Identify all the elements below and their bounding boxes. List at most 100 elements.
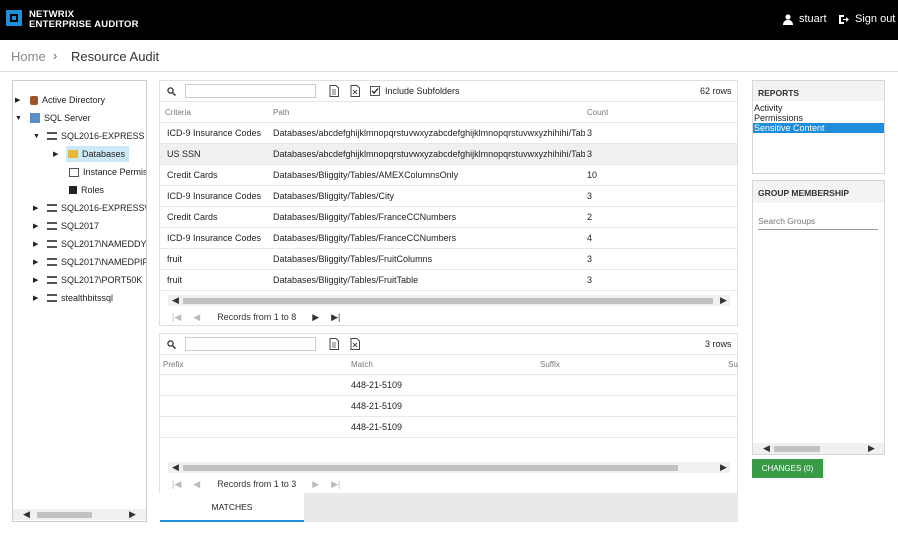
results-toolbar: Include Subfolders 62 rows (160, 81, 737, 102)
scrollbar-thumb[interactable] (37, 512, 92, 518)
user-icon (783, 13, 793, 25)
column-header-prefix[interactable]: Prefix (163, 360, 183, 369)
report-item-permissions[interactable]: Permissions (753, 113, 884, 123)
breadcrumb-home[interactable]: Home (11, 49, 46, 64)
tree-node-label: SQL2016-EXPRESS (61, 131, 145, 141)
next-page-icon[interactable]: ▶ (312, 479, 319, 490)
export-excel-icon[interactable] (350, 85, 360, 97)
tree-node-sql2016-express[interactable]: ▼ SQL2016-EXPRESS (33, 128, 145, 144)
reports-panel: REPORTS Activity Permissions Sensitive C… (752, 80, 885, 174)
next-page-icon[interactable]: ▶ (312, 312, 319, 323)
user-menu[interactable]: stuart (783, 13, 827, 25)
search-icon (167, 87, 176, 96)
tab-matches[interactable]: MATCHES (160, 493, 304, 522)
table-row[interactable]: fruit Databases/Bliggity/Tables/FruitTabl… (160, 270, 737, 291)
tree-node-server[interactable]: ▶ SQL2017\NAMEDPIP (33, 254, 147, 270)
table-row[interactable]: Credit Cards Databases/Bliggity/Tables/AM… (160, 165, 737, 186)
expand-arrow-icon[interactable]: ▶ (33, 204, 41, 212)
scroll-left-icon[interactable]: ◀ (763, 443, 770, 454)
changes-button[interactable]: CHANGES (0) (752, 459, 823, 478)
tree-node-server[interactable]: ▶ SQL2016-EXPRESS\ (33, 200, 146, 216)
report-item-sensitive-content[interactable]: Sensitive Content (753, 123, 884, 133)
column-header-count[interactable]: Count (587, 108, 608, 117)
last-page-icon[interactable]: ▶| (331, 479, 340, 490)
tree-node-label: stealthbitssql (61, 293, 114, 303)
export-csv-icon[interactable] (329, 85, 339, 97)
scroll-left-icon[interactable]: ◀ (172, 295, 179, 306)
prev-page-icon[interactable]: ◀ (193, 479, 200, 490)
scroll-right-icon[interactable]: ▶ (129, 509, 136, 520)
tree-node-databases[interactable]: ▶ Databases (53, 146, 130, 162)
column-header-truncated[interactable]: Su (728, 360, 738, 369)
export-csv-icon[interactable] (329, 338, 339, 350)
prev-page-icon[interactable]: ◀ (193, 312, 200, 323)
matches-pager: |◀ ◀ Records from 1 to 3 ▶ ▶| (160, 474, 737, 494)
expand-arrow-icon[interactable]: ▶ (33, 222, 41, 230)
tree-node-roles[interactable]: Roles (67, 182, 104, 198)
db-server-icon (47, 204, 57, 212)
expand-arrow-icon[interactable]: ▶ (33, 276, 41, 284)
tree-node-label: SQL2017\NAMEDPIP (61, 257, 147, 267)
group-membership-title: GROUP MEMBERSHIP (753, 181, 884, 203)
results-search-input[interactable] (185, 84, 316, 98)
bottom-tab-bar: MATCHES (160, 493, 738, 522)
results-horizontal-scrollbar[interactable]: ◀ ▶ (168, 295, 730, 306)
column-header-path[interactable]: Path (273, 108, 289, 117)
expand-arrow-icon[interactable]: ▶ (15, 96, 23, 104)
scroll-right-icon[interactable]: ▶ (720, 295, 727, 306)
expand-arrow-icon[interactable]: ▶ (33, 240, 41, 248)
tree-node-active-directory[interactable]: ▶ Active Directory (15, 92, 105, 108)
sign-out-icon (839, 14, 849, 24)
tree-node-label: SQL2017\PORT50K (61, 275, 143, 285)
user-name: stuart (799, 13, 827, 25)
column-header-match[interactable]: Match (351, 360, 373, 369)
table-row[interactable]: 448-21-5109 (160, 396, 737, 417)
sign-out-label: Sign out (855, 13, 896, 25)
table-row[interactable]: ICD-9 Insurance Codes Databases/Bliggity/… (160, 228, 737, 249)
table-row[interactable]: Credit Cards Databases/Bliggity/Tables/Fr… (160, 207, 737, 228)
tree-node-server[interactable]: ▶ SQL2017\PORT50K (33, 272, 142, 288)
tree-node-instance-permissions[interactable]: Instance Permiss (67, 164, 146, 180)
expand-arrow-icon[interactable]: ▶ (53, 150, 61, 158)
tree-node-server[interactable]: ▶ stealthbitssql (33, 290, 113, 306)
expand-arrow-icon[interactable]: ▶ (33, 258, 41, 266)
include-subfolders-checkbox[interactable] (370, 86, 380, 96)
tree-node-sql-server[interactable]: ▼ SQL Server (15, 110, 91, 126)
table-row-selected[interactable]: US SSN Databases/abcdefghijklmnopqrstuvwx… (160, 144, 737, 165)
tree-node-server[interactable]: ▶ SQL2017\NAMEDDY (33, 236, 146, 252)
scrollbar-thumb[interactable] (183, 298, 713, 304)
row-count: 3 rows (705, 339, 732, 349)
search-groups-input[interactable] (758, 212, 878, 230)
scrollbar-thumb[interactable] (774, 446, 820, 452)
table-row[interactable]: ICD-9 Insurance Codes Databases/Bliggity/… (160, 186, 737, 207)
table-row[interactable]: ICD-9 Insurance Codes Databases/abcdefghi… (160, 123, 737, 144)
matches-search-input[interactable] (185, 337, 316, 351)
first-page-icon[interactable]: |◀ (172, 312, 181, 323)
column-header-criteria[interactable]: Criteria (165, 108, 191, 117)
groups-horizontal-scrollbar[interactable]: ◀ ▶ (753, 443, 884, 454)
scroll-right-icon[interactable]: ▶ (868, 443, 875, 454)
matches-horizontal-scrollbar[interactable]: ◀ ▶ (168, 462, 730, 473)
table-row[interactable]: 448-21-5109 (160, 417, 737, 438)
permissions-icon (69, 167, 79, 177)
scroll-right-icon[interactable]: ▶ (720, 462, 727, 473)
column-header-suffix[interactable]: Suffix (540, 360, 560, 369)
tree-node-server[interactable]: ▶ SQL2017 (33, 218, 99, 234)
breadcrumb-current: Resource Audit (71, 49, 160, 64)
table-row[interactable]: 448-21-5109 (160, 375, 737, 396)
collapse-arrow-icon[interactable]: ▼ (33, 133, 41, 140)
table-row[interactable]: fruit Databases/Bliggity/Tables/FruitColu… (160, 249, 737, 270)
tree-horizontal-scrollbar[interactable]: ◀ ▶ (13, 509, 146, 520)
sign-out-button[interactable]: Sign out (838, 13, 895, 25)
last-page-icon[interactable]: ▶| (331, 312, 340, 323)
export-excel-icon[interactable] (350, 338, 360, 350)
scroll-left-icon[interactable]: ◀ (23, 509, 30, 520)
scroll-left-icon[interactable]: ◀ (172, 462, 179, 473)
collapse-arrow-icon[interactable]: ▼ (15, 115, 23, 122)
first-page-icon[interactable]: |◀ (172, 479, 181, 490)
report-item-activity[interactable]: Activity (753, 103, 884, 113)
breadcrumb: Home › Resource Audit (0, 40, 898, 72)
scrollbar-thumb[interactable] (183, 465, 678, 471)
expand-arrow-icon[interactable]: ▶ (33, 294, 41, 302)
active-directory-icon (30, 95, 38, 105)
